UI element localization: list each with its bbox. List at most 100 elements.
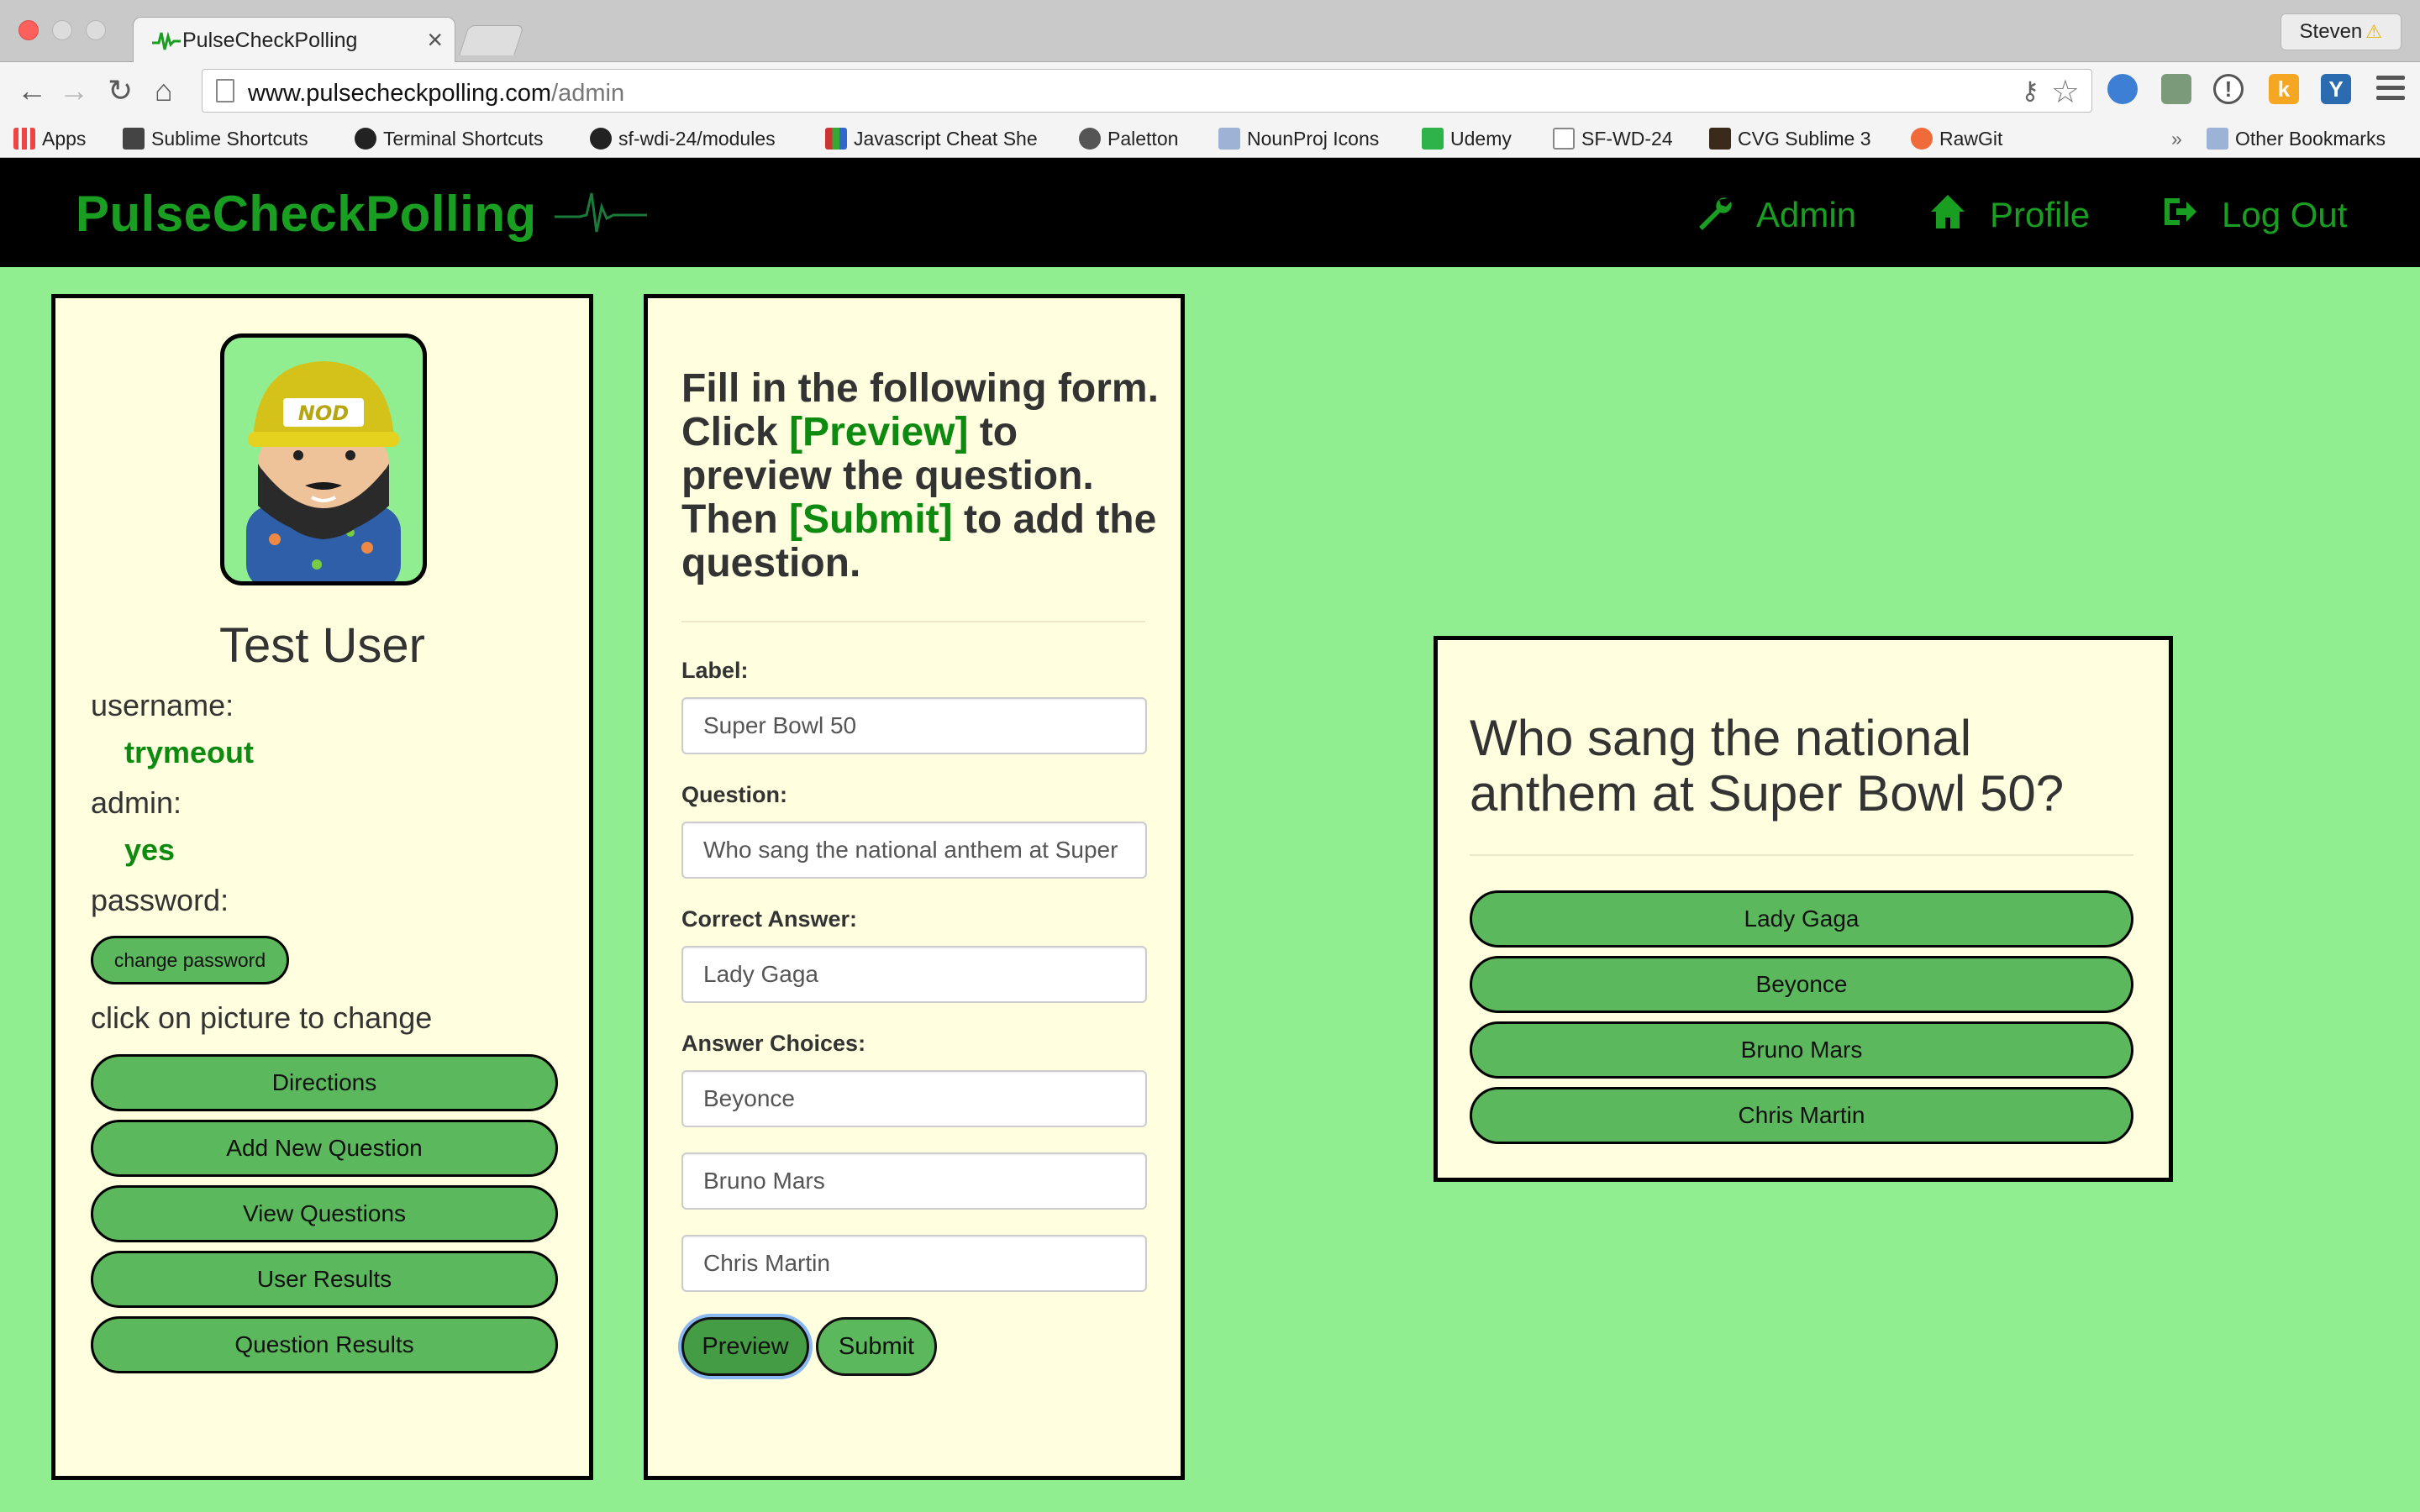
forward-arrow-icon[interactable]: → (59, 74, 89, 108)
instructions-submit-tag: [Submit] (789, 497, 953, 542)
display-name: Test User (219, 618, 425, 673)
question-form-panel: Fill in the following form. Click [Previ… (644, 294, 1185, 1480)
bookmark-label: Paletton (1107, 128, 1179, 150)
nav-admin[interactable]: Admin (1696, 193, 1856, 237)
bookmark-sf-wdi-modules[interactable]: sf-wdi-24/modules (590, 124, 776, 153)
user-results-button[interactable]: User Results (91, 1251, 558, 1308)
bookmark-javascript-cheat-sheet[interactable]: Javascript Cheat She (825, 124, 1054, 153)
reload-icon[interactable]: ↻ (108, 74, 133, 108)
bookmark-nounproj-icons[interactable]: NounProj Icons (1218, 124, 1379, 153)
bookmark-label: SF-WD-24 (1581, 128, 1673, 150)
book-icon (825, 128, 847, 150)
rawgit-icon (1911, 128, 1933, 150)
preview-button[interactable]: Preview (681, 1317, 809, 1376)
bookmark-label: Sublime Shortcuts (151, 128, 308, 150)
change-password-button[interactable]: change password (91, 936, 289, 984)
minimize-window-button[interactable] (52, 20, 72, 40)
profile-panel: NOD Test User username: trymeout admin: … (51, 294, 593, 1480)
bookmark-label: RawGit (1939, 128, 2003, 150)
answer-choices-label: Answer Choices: (681, 1031, 866, 1056)
answer-option-button[interactable]: Bruno Mars (1470, 1021, 2133, 1079)
bookmark-rawgit[interactable]: RawGit (1911, 124, 2002, 153)
admin-value: yes (124, 832, 176, 867)
folder-icon (1218, 128, 1240, 150)
bookmark-label: Javascript Cheat She (854, 128, 1038, 150)
add-new-question-button[interactable]: Add New Question (91, 1120, 558, 1177)
close-window-button[interactable] (18, 20, 39, 40)
browser-tab-active[interactable]: PulseCheckPolling × (133, 17, 455, 64)
site-navbar: PulseCheckPolling Admin Profile Log Out (0, 158, 2420, 267)
tab-close-icon[interactable]: × (427, 24, 443, 55)
tab-title: PulseCheckPolling (182, 29, 358, 52)
bookmarks-overflow-chevron-icon[interactable]: » (2171, 124, 2182, 153)
bookmark-label: NounProj Icons (1247, 128, 1380, 150)
doc-icon (123, 128, 145, 150)
nav-logout[interactable]: Log Out (2161, 193, 2347, 237)
bookmark-apps[interactable]: Apps (13, 124, 86, 153)
key-icon[interactable]: ⚷ (2021, 76, 2039, 106)
pulse-line-icon (555, 192, 647, 233)
new-tab-button[interactable] (459, 25, 524, 55)
bookmarks-bar: Apps Sublime Shortcuts Terminal Shortcut… (0, 119, 2420, 158)
bookmark-paletton[interactable]: Paletton (1079, 124, 1178, 153)
udemy-icon (1422, 128, 1444, 150)
nav-profile[interactable]: Profile (1929, 193, 2090, 237)
y-extension-icon[interactable]: Y (2321, 74, 2351, 104)
bookmark-udemy[interactable]: Udemy (1422, 124, 1512, 153)
page-icon (216, 79, 234, 102)
question-input[interactable] (681, 822, 1147, 879)
picture-change-hint: click on picture to change (91, 1000, 433, 1035)
question-results-button[interactable]: Question Results (91, 1316, 558, 1373)
bookmark-cvg-sublime[interactable]: CVG Sublime 3 (1709, 124, 1871, 153)
avatar[interactable]: NOD (220, 333, 427, 585)
correct-answer-label: Correct Answer: (681, 906, 858, 932)
password-label: password: (91, 883, 229, 917)
question-preview-panel: Who sang the national anthem at Super Bo… (1434, 636, 2173, 1182)
k-extension-icon[interactable]: k (2269, 74, 2299, 104)
submit-button[interactable]: Submit (816, 1317, 937, 1376)
browser-menu-icon[interactable] (2376, 76, 2405, 106)
back-arrow-icon[interactable]: ← (17, 74, 47, 108)
pulse-favicon-icon (152, 31, 181, 50)
admin-label: admin: (91, 785, 182, 820)
answer-choice-input[interactable] (681, 1070, 1147, 1127)
github-icon (355, 128, 376, 150)
home-icon[interactable]: ⌂ (155, 74, 173, 108)
correct-answer-input[interactable] (681, 946, 1147, 1003)
directions-button[interactable]: Directions (91, 1054, 558, 1111)
instructions-preview-tag: [Preview] (789, 410, 969, 454)
nav-admin-label: Admin (1756, 195, 1857, 234)
browser-toolbar: ← → ↻ ⌂ www.pulsecheckpolling.com/admin … (0, 62, 2420, 119)
bookmark-other-bookmarks[interactable]: Other Bookmarks (2207, 124, 2386, 153)
bookmark-star-icon[interactable]: ☆ (2051, 73, 2080, 111)
view-questions-button[interactable]: View Questions (91, 1185, 558, 1242)
bookmark-sf-wd-24[interactable]: SF-WD-24 (1553, 124, 1673, 153)
label-input[interactable] (681, 697, 1147, 754)
answer-option-button[interactable]: Beyonce (1470, 956, 2133, 1013)
bookmark-terminal-shortcuts[interactable]: Terminal Shortcuts (355, 124, 543, 153)
bookmark-sublime-shortcuts[interactable]: Sublime Shortcuts (123, 124, 308, 153)
url-host: www.pulsecheckpolling.com (248, 80, 552, 107)
url-path: /admin (551, 80, 625, 107)
username-value: trymeout (124, 735, 255, 769)
paletton-icon (1079, 128, 1101, 150)
avatar-illustration: NOD (246, 361, 401, 581)
brand-logo[interactable]: PulseCheckPolling (76, 185, 537, 243)
eyedropper-extension-icon[interactable] (2161, 74, 2191, 104)
bookmark-label: Udemy (1450, 128, 1512, 150)
globe-extension-icon[interactable] (2107, 74, 2138, 104)
preview-question-text: Who sang the national anthem at Super Bo… (1470, 710, 2065, 822)
answer-choice-input[interactable] (681, 1152, 1147, 1210)
question-field-label: Question: (681, 782, 787, 807)
answer-option-button[interactable]: Chris Martin (1470, 1087, 2133, 1144)
answer-option-button[interactable]: Lady Gaga (1470, 890, 2133, 948)
svg-text:NOD: NOD (298, 402, 349, 425)
answer-choice-input[interactable] (681, 1235, 1147, 1292)
preview-divider (1470, 854, 2133, 856)
info-extension-icon[interactable]: ! (2213, 74, 2244, 104)
maximize-window-button[interactable] (86, 20, 106, 40)
form-instructions: Fill in the following form. Click [Previ… (681, 367, 1169, 585)
page-icon (1553, 128, 1575, 150)
address-bar[interactable]: www.pulsecheckpolling.com/admin ⚷ ☆ (202, 69, 2092, 113)
browser-profile-button[interactable]: Steven ⚠ (2280, 13, 2402, 50)
